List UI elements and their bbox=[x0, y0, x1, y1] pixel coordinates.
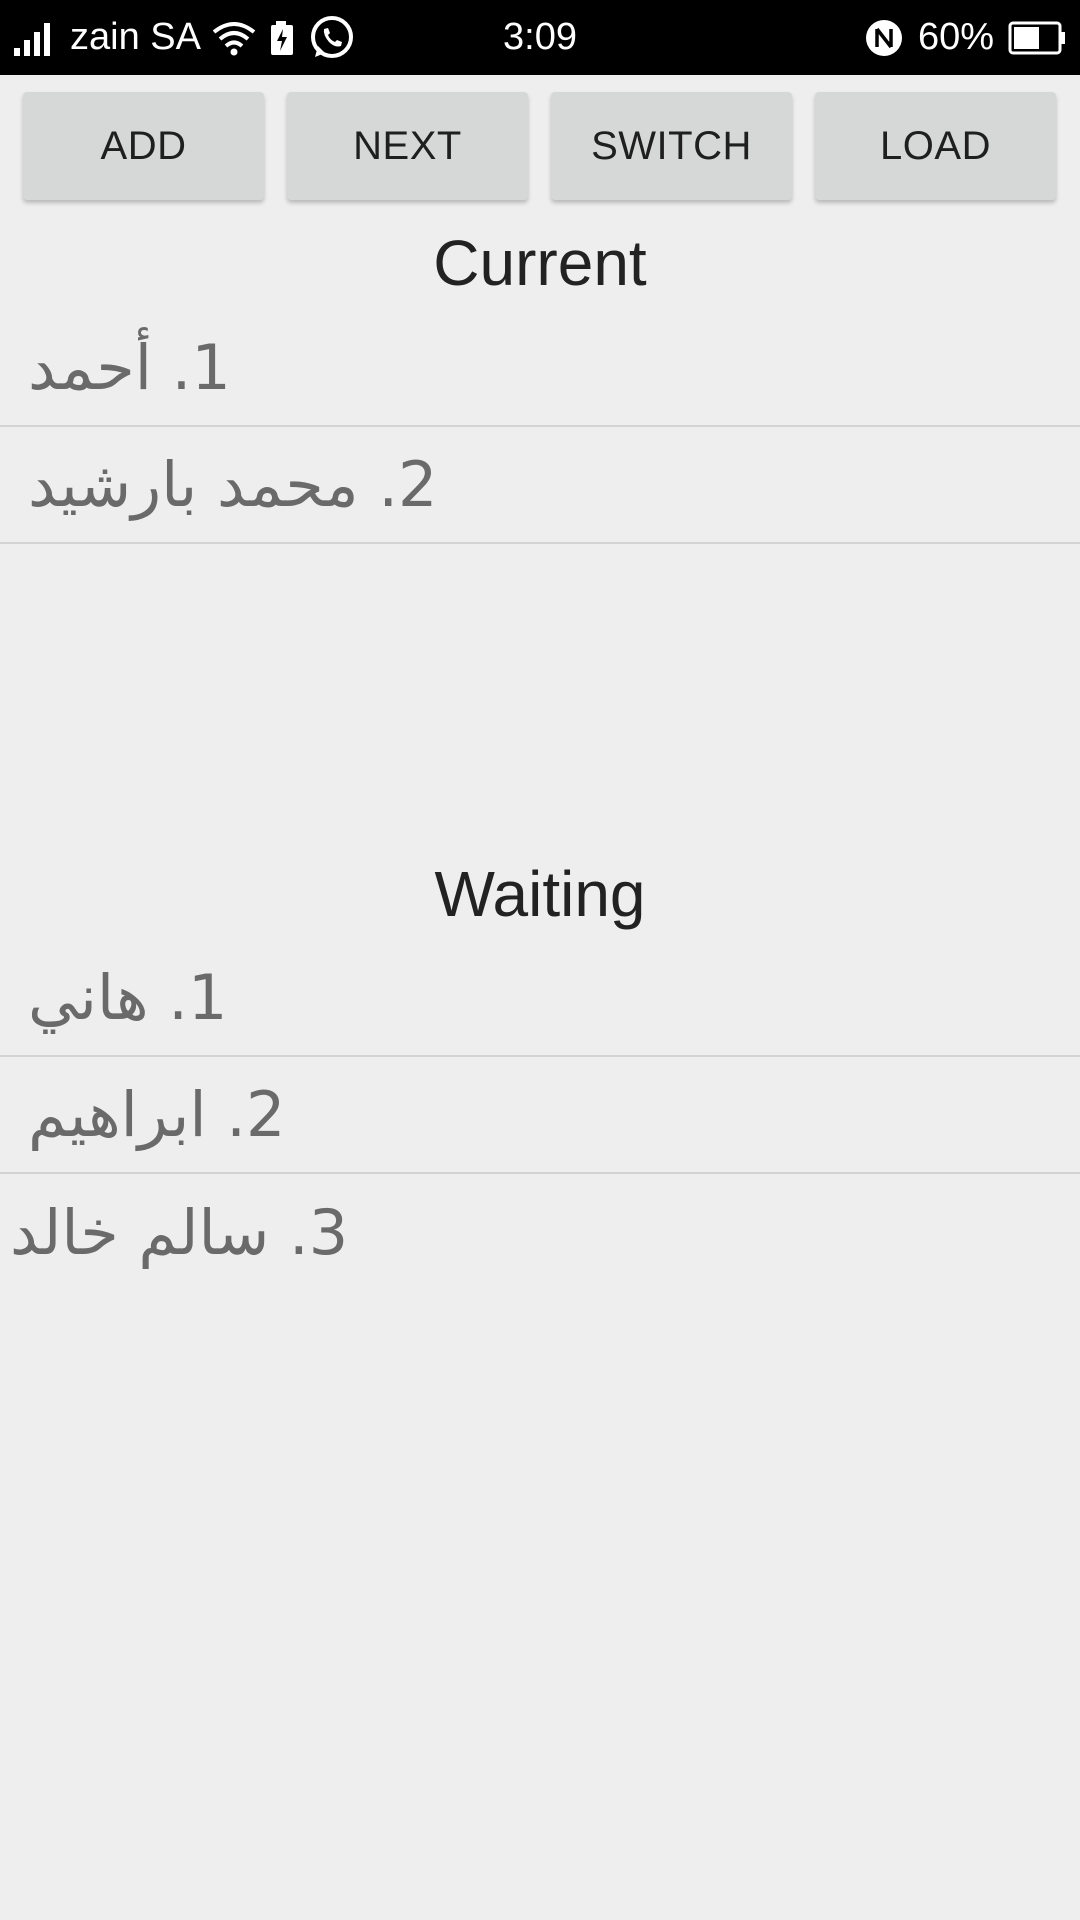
waiting-list-item[interactable]: 3. سالم خالد bbox=[0, 1174, 1080, 1291]
signal-icon bbox=[12, 18, 60, 58]
battery-saver-icon bbox=[267, 18, 297, 58]
load-button[interactable]: LOAD bbox=[815, 92, 1056, 200]
current-list: 1. أحمد 2. محمد بارشيد bbox=[0, 310, 1080, 544]
current-list-item[interactable]: 2. محمد بارشيد bbox=[0, 427, 1080, 544]
list-item-text: 2. ابراهيم bbox=[28, 1078, 286, 1151]
status-bar: zain SA 3:09 60% bbox=[0, 0, 1080, 75]
battery-icon bbox=[1008, 21, 1066, 55]
list-item-text: 3. سالم خالد bbox=[10, 1196, 349, 1269]
switch-button[interactable]: SWITCH bbox=[551, 92, 792, 200]
action-toolbar: ADD NEXT SWITCH LOAD bbox=[0, 75, 1080, 205]
next-button[interactable]: NEXT bbox=[287, 92, 528, 200]
list-item-text: 1. أحمد bbox=[28, 331, 231, 404]
clock: 3:09 bbox=[503, 16, 577, 58]
waiting-list-item[interactable]: 2. ابراهيم bbox=[0, 1057, 1080, 1174]
list-item-text: 2. محمد بارشيد bbox=[28, 448, 438, 521]
nfc-icon bbox=[864, 18, 904, 58]
current-section-title: Current bbox=[433, 227, 647, 299]
whatsapp-icon bbox=[307, 13, 357, 63]
waiting-section-title: Waiting bbox=[434, 858, 646, 930]
current-list-item[interactable]: 1. أحمد bbox=[0, 310, 1080, 427]
waiting-list: 1. هاني 2. ابراهيم 3. سالم خالد bbox=[0, 940, 1080, 1291]
list-item-text: 1. هاني bbox=[28, 961, 228, 1034]
battery-percent: 60% bbox=[917, 16, 994, 58]
wifi-icon bbox=[211, 18, 257, 58]
status-bar-left: zain SA bbox=[12, 0, 357, 75]
add-button[interactable]: ADD bbox=[23, 92, 264, 200]
waiting-list-item[interactable]: 1. هاني bbox=[0, 940, 1080, 1057]
status-bar-right: 60% bbox=[864, 0, 1066, 75]
carrier-name: zain SA bbox=[70, 16, 201, 58]
